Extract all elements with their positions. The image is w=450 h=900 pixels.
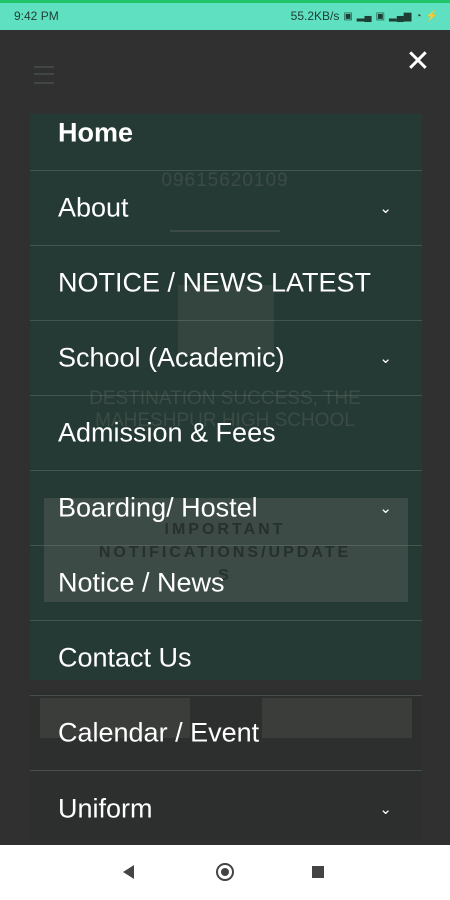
vo-lte-icon: ▣ bbox=[343, 10, 353, 22]
menu-item-uniform[interactable]: Uniform ⌄ bbox=[30, 771, 422, 846]
recents-icon[interactable] bbox=[312, 866, 324, 878]
close-icon[interactable]: ✕ bbox=[404, 47, 432, 77]
vo-lte-icon: ▣ bbox=[375, 10, 386, 22]
menu-item-label: Boarding/ Hostel bbox=[58, 492, 258, 523]
wifi-icon: ◔ bbox=[415, 10, 422, 22]
network-speed: 55.2KB/s bbox=[290, 9, 340, 23]
menu-item-school-academic[interactable]: School (Academic) ⌄ bbox=[30, 321, 422, 396]
menu-item-calendar-event[interactable]: Calendar / Event bbox=[30, 696, 422, 771]
status-icons: 55.2KB/s ▣ ▂▄ ▣ ▂▄▆ ◔ ⚡ bbox=[291, 9, 438, 23]
menu-item-label: Notice / News bbox=[58, 567, 225, 598]
menu-item-about[interactable]: About ⌄ bbox=[30, 171, 422, 246]
menu-item-label: Admission & Fees bbox=[58, 417, 276, 448]
status-bar: 9:42 PM 55.2KB/s ▣ ▂▄ ▣ ▂▄▆ ◔ ⚡ bbox=[0, 0, 450, 30]
chevron-down-icon[interactable]: ⌄ bbox=[379, 499, 392, 517]
menu-item-label: About bbox=[58, 192, 129, 223]
menu-item-label: School (Academic) bbox=[58, 342, 285, 373]
menu-item-label: Home bbox=[58, 117, 134, 148]
battery-charging-icon: ⚡ bbox=[425, 10, 438, 22]
back-icon[interactable] bbox=[123, 865, 134, 879]
menu-item-notice-news[interactable]: Notice / News bbox=[30, 546, 422, 621]
menu-item-contact-us[interactable]: Contact Us bbox=[30, 621, 422, 696]
chevron-down-icon[interactable]: ⌄ bbox=[379, 199, 392, 217]
menu-item-label: Contact Us bbox=[58, 642, 192, 673]
menu-item-admission-fees[interactable]: Admission & Fees bbox=[30, 396, 422, 471]
menu-item-label: Uniform bbox=[58, 793, 153, 823]
chevron-down-icon[interactable]: ⌄ bbox=[379, 800, 392, 818]
menu-item-label: Calendar / Event bbox=[58, 717, 260, 748]
menu-item-label: NOTICE / NEWS LATEST bbox=[58, 267, 372, 298]
signal-icon: ▂▄▆ bbox=[389, 10, 412, 22]
status-time: 9:42 PM bbox=[14, 9, 59, 23]
menu-item-notice-news-latest[interactable]: NOTICE / NEWS LATEST bbox=[30, 246, 422, 321]
hamburger-menu-icon bbox=[34, 66, 54, 84]
home-icon[interactable] bbox=[216, 863, 234, 881]
menu-item-home[interactable]: Home bbox=[30, 96, 422, 171]
chevron-down-icon[interactable]: ⌄ bbox=[379, 349, 392, 367]
system-nav-bar bbox=[0, 845, 450, 900]
menu-item-boarding-hostel[interactable]: Boarding/ Hostel ⌄ bbox=[30, 471, 422, 546]
signal-icon: ▂▄ bbox=[356, 10, 372, 22]
